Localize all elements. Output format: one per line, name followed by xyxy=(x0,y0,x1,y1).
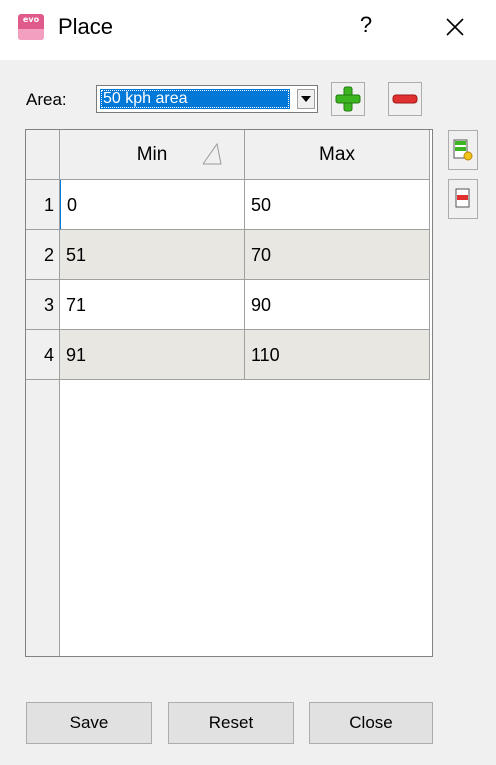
minus-icon xyxy=(392,94,418,104)
app-icon-text: evo xyxy=(22,15,40,24)
cell-max[interactable]: 50 xyxy=(245,180,430,230)
chevron-down-icon xyxy=(301,96,311,102)
row-number[interactable]: 1 xyxy=(26,180,60,230)
area-dropdown[interactable]: 50 kph area xyxy=(96,85,318,113)
delete-row-icon xyxy=(455,188,470,208)
cell-min[interactable]: 0 xyxy=(60,180,245,230)
remove-area-button[interactable] xyxy=(388,82,422,116)
area-dropdown-value: 50 kph area xyxy=(100,89,290,109)
close-button[interactable]: Close xyxy=(309,702,433,744)
close-icon xyxy=(446,18,464,36)
cell-min[interactable]: 71 xyxy=(60,280,245,330)
add-area-button[interactable] xyxy=(331,82,365,116)
add-row-button[interactable] xyxy=(448,130,478,170)
cell-max[interactable]: 90 xyxy=(245,280,430,330)
cell-min[interactable]: 91 xyxy=(60,330,245,380)
close-window-button[interactable] xyxy=(438,10,472,44)
column-header-max[interactable]: Max xyxy=(245,130,430,180)
app-icon: evo xyxy=(18,14,44,40)
area-label: Area: xyxy=(26,90,67,109)
delete-row-button[interactable] xyxy=(448,179,478,219)
row-number[interactable]: 2 xyxy=(26,230,60,280)
dropdown-arrow-button[interactable] xyxy=(297,89,315,109)
table-row[interactable]: 2 51 70 xyxy=(26,230,432,280)
table-row[interactable]: 3 71 90 xyxy=(26,280,432,330)
cell-max[interactable]: 110 xyxy=(245,330,430,380)
cell-min[interactable]: 51 xyxy=(60,230,245,280)
sort-indicator-icon xyxy=(202,142,222,165)
row-number[interactable]: 3 xyxy=(26,280,60,330)
save-button[interactable]: Save xyxy=(26,702,152,744)
window-title: Place xyxy=(58,14,114,39)
help-button[interactable]: ? xyxy=(354,12,378,42)
column-header-min[interactable]: Min xyxy=(60,130,245,180)
range-table[interactable]: Min Max 1 0 50 2 51 70 3 71 90 4 91 110 xyxy=(25,129,433,657)
table-row[interactable]: 4 91 110 xyxy=(26,330,432,380)
plus-icon xyxy=(335,86,361,112)
reset-button[interactable]: Reset xyxy=(168,702,294,744)
cell-max[interactable]: 70 xyxy=(245,230,430,280)
row-number[interactable]: 4 xyxy=(26,330,60,380)
column-header-min-label: Min xyxy=(136,144,168,165)
table-corner[interactable] xyxy=(26,130,60,180)
table-row[interactable]: 1 0 50 xyxy=(26,180,432,230)
add-row-icon xyxy=(453,139,473,161)
title-bar: evo Place ? xyxy=(0,0,496,60)
